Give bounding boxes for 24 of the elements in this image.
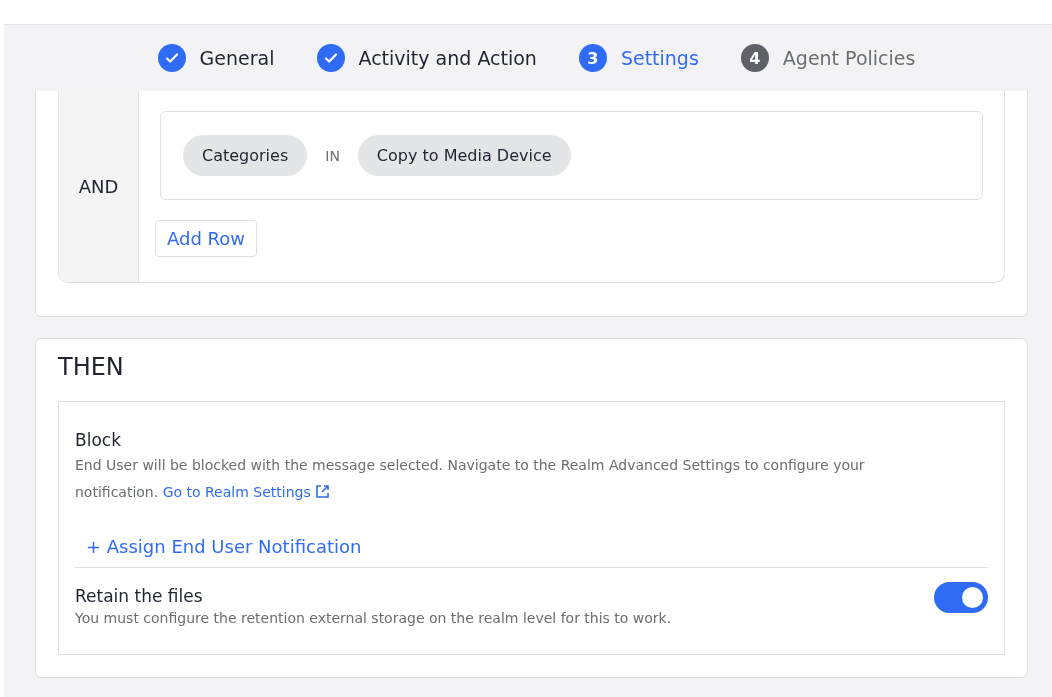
step-tab[interactable]: Activity and Action xyxy=(316,44,537,72)
retain-title: Retain the files xyxy=(75,586,204,606)
step-label: Agent Policies xyxy=(782,47,916,69)
step-number: 3 xyxy=(578,44,607,72)
field-chip[interactable]: Categories xyxy=(183,135,308,176)
section-title: THEN xyxy=(58,353,125,381)
operator-label: AND xyxy=(59,91,139,282)
step-tab[interactable]: General xyxy=(157,44,275,72)
step-label: Settings xyxy=(620,47,699,69)
toggle-switch[interactable] xyxy=(934,582,988,613)
external-link-icon xyxy=(314,484,330,499)
step-label: Activity and Action xyxy=(358,47,537,69)
action-title: Block xyxy=(75,430,122,450)
step-tab[interactable]: 4 Agent Policies xyxy=(740,44,916,72)
add-row-button[interactable]: Add Row xyxy=(155,220,257,257)
step-number: 4 xyxy=(740,44,769,72)
comparator-label: IN xyxy=(325,147,340,164)
realm-settings-link[interactable]: Go to Realm Settings xyxy=(162,484,330,500)
step-tab[interactable]: 3 Settings xyxy=(578,44,699,72)
retain-description: You must configure the retention external storage on the realm level for this to work. xyxy=(75,609,672,628)
value-chip[interactable]: Copy to Media Device xyxy=(357,135,571,176)
step-label: General xyxy=(199,47,275,69)
action-description: End User will be blocked with the message selected. Navigate to the Realm Advanced Settings to configure your notification. Go to Realm Settings xyxy=(75,456,866,502)
assign-notification-button[interactable]: + Assign End User Notification xyxy=(75,522,373,567)
